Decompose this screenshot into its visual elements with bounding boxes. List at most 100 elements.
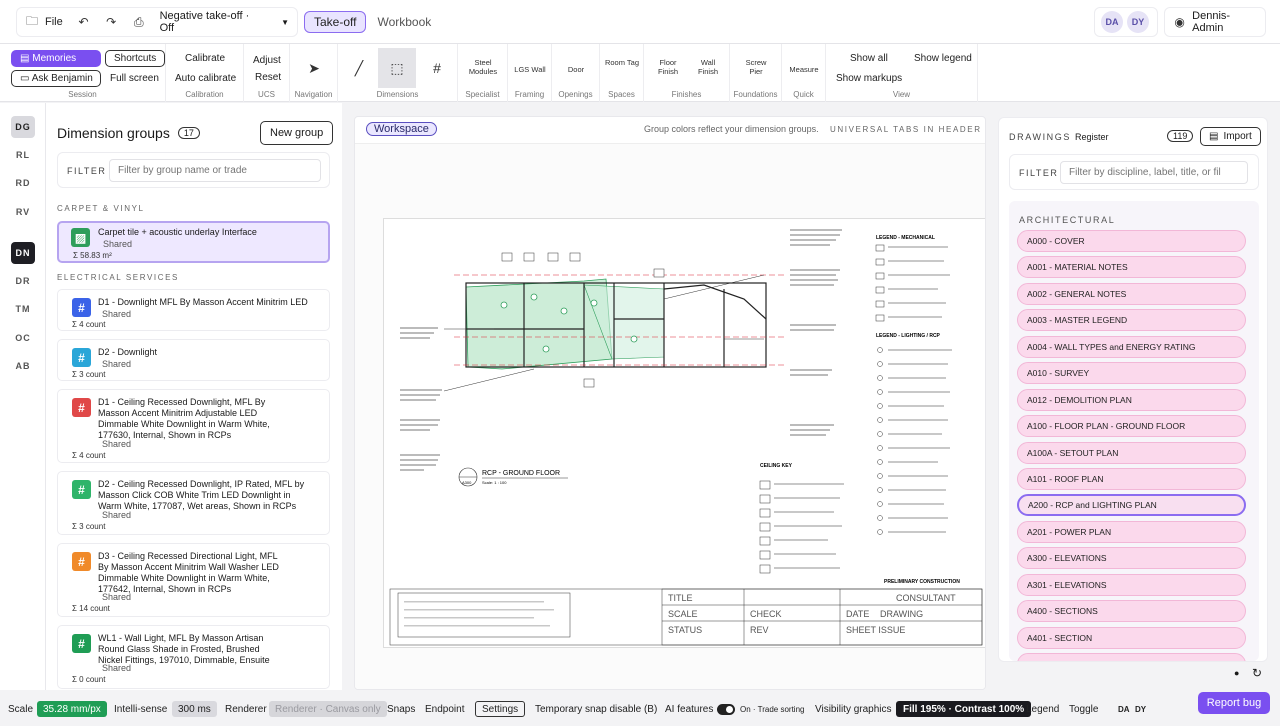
renderer-select[interactable]: Renderer · Canvas only xyxy=(269,701,387,717)
file-button[interactable]: 🗀 File xyxy=(25,12,63,33)
title-ref: A300 xyxy=(462,480,472,485)
register-tab[interactable]: Register xyxy=(1075,132,1109,142)
group-card[interactable]: ▨ Carpet tile + acoustic underlay Interf… xyxy=(57,221,330,263)
scale-value[interactable]: 35.28 mm/px xyxy=(37,701,107,717)
drawing-item[interactable]: A012 - DEMOLITION PLAN xyxy=(1017,389,1246,411)
drawing-item[interactable]: A300 - ELEVATIONS xyxy=(1017,547,1246,569)
refresh-icon[interactable]: ↻ xyxy=(1252,666,1262,680)
group-card[interactable]: # D1 - Downlight MFL By Masson Accent Mi… xyxy=(57,289,330,331)
group-card[interactable]: # D3 - Ceiling Recessed Directional Ligh… xyxy=(57,543,330,617)
pointer-icon[interactable]: ➤ xyxy=(295,48,333,88)
user-menu[interactable]: ◉ Dennis-Admin xyxy=(1164,7,1266,37)
negative-takeoff-select[interactable]: Negative take-off · Off ▼ xyxy=(160,10,289,34)
drawing-item[interactable]: A010 - SURVEY xyxy=(1017,362,1246,384)
show-legend-button[interactable]: Show legend xyxy=(914,53,972,64)
ask-benjamin-button[interactable]: ▭ Ask Benjamin xyxy=(11,70,101,87)
title-block-notes xyxy=(404,601,554,627)
drawing-item[interactable]: A201 - POWER PLAN xyxy=(1017,521,1246,543)
group-card[interactable]: # WL1 - Wall Light, MFL By Masson Artisa… xyxy=(57,625,330,689)
dot-icon[interactable]: ● xyxy=(1234,668,1239,678)
tab-workbook[interactable]: Workbook xyxy=(368,12,440,32)
rail-item-dg[interactable]: DG xyxy=(11,116,35,138)
drawing-item[interactable]: A003 - MASTER LEGEND xyxy=(1017,309,1246,331)
drawing-filter-input[interactable] xyxy=(1060,161,1248,184)
show-all-button[interactable]: Show all xyxy=(850,53,888,64)
rail-item-oc[interactable]: OC xyxy=(11,327,35,349)
endpoint-button[interactable]: Endpoint xyxy=(425,701,464,717)
temp-snap-disable[interactable]: Temporary snap disable (B) xyxy=(535,701,657,717)
door-tool[interactable]: Door xyxy=(556,65,596,74)
rail-item-rd[interactable]: RD xyxy=(11,172,35,194)
rail-item-dr[interactable]: DR xyxy=(11,270,35,292)
undo-icon[interactable]: ↶ xyxy=(77,15,91,29)
floor-finish-tool[interactable]: Floor Finish xyxy=(652,58,684,76)
steel-modules-tool[interactable]: Steel Modules xyxy=(462,58,504,76)
ai-toggle[interactable] xyxy=(717,701,735,717)
drawing-item[interactable]: A100 - FLOOR PLAN - GROUND FLOOR xyxy=(1017,415,1246,437)
toggle-button[interactable]: Toggle xyxy=(1069,701,1098,717)
legend-button[interactable]: Legend xyxy=(1026,701,1059,717)
avatar[interactable]: DA xyxy=(1101,11,1123,33)
drawing-item[interactable]: A301 - ELEVATIONS xyxy=(1017,574,1246,596)
drawing-canvas[interactable]: LEGEND - MECHANICAL LEGEND - LIGHTING / … xyxy=(355,143,985,689)
rail-item-ab[interactable]: AB xyxy=(11,355,35,377)
group-card[interactable]: # D1 - Ceiling Recessed Downlight, MFL B… xyxy=(57,389,330,463)
reset-button[interactable]: Reset xyxy=(255,72,281,83)
settings-button[interactable]: Settings xyxy=(475,701,526,717)
adjust-button[interactable]: Adjust xyxy=(253,55,281,66)
rail-item-tm[interactable]: TM xyxy=(11,298,35,320)
drawing-item[interactable]: A000 - COVER xyxy=(1017,230,1246,252)
show-markups-button[interactable]: Show markups xyxy=(836,73,902,84)
drawing-item-partial[interactable] xyxy=(1017,653,1246,661)
rail-item-rl[interactable]: RL xyxy=(11,144,35,166)
screw-pier-tool[interactable]: Screw Pier xyxy=(740,58,772,76)
workspace-tag[interactable]: Workspace xyxy=(366,122,437,136)
group-filter-input[interactable] xyxy=(109,159,321,182)
count-tool-icon[interactable]: # xyxy=(418,48,456,88)
drawing-item[interactable]: A401 - SECTION xyxy=(1017,627,1246,649)
ribbon-ucs: Adjust Reset UCS xyxy=(244,44,290,102)
intellisense-ms[interactable]: 300 ms xyxy=(172,701,217,717)
wall-finish-tool[interactable]: Wall Finish xyxy=(692,58,724,76)
group-shared: Shared xyxy=(102,309,132,319)
group-card[interactable]: # D2 - Downlight Shared Σ 3 count xyxy=(57,339,330,381)
visibility-graphics[interactable]: Visibility graphics xyxy=(815,701,892,717)
rail-item-dn[interactable]: DN xyxy=(11,242,35,264)
drawing-item[interactable]: A004 - WALL TYPES and ENERGY RATING xyxy=(1017,336,1246,358)
snaps-label: Snaps xyxy=(387,703,416,715)
redo-icon[interactable]: ↷ xyxy=(104,15,118,29)
print-icon[interactable]: ⎙ xyxy=(132,15,146,30)
report-bug-button[interactable]: Report bug xyxy=(1198,692,1270,714)
rail-item-rv[interactable]: RV xyxy=(11,201,35,223)
title-block-text: TITLE CONSULTANT SCALE CHECK DATE DRAWIN… xyxy=(668,593,956,635)
new-group-button[interactable]: New group xyxy=(260,121,334,145)
memories-button[interactable]: ▤ Memories xyxy=(11,50,101,67)
toggle-switch[interactable] xyxy=(717,703,735,715)
tab-take-off[interactable]: Take-off xyxy=(304,11,367,33)
auto-calibrate-button[interactable]: Auto calibrate xyxy=(175,73,236,84)
lgs-wall-tool[interactable]: LGS Wall xyxy=(510,65,550,74)
drawing-item[interactable]: A002 - GENERAL NOTES xyxy=(1017,283,1246,305)
drawing-item[interactable]: A100A - SETOUT PLAN xyxy=(1017,442,1246,464)
intellisense-label[interactable]: Intelli-sense xyxy=(114,701,167,717)
status-avatar[interactable]: DY xyxy=(1135,701,1146,717)
drawing-item[interactable]: A101 - ROOF PLAN xyxy=(1017,468,1246,490)
ribbon-quick: Measure Quick xyxy=(782,44,826,102)
count-icon: # xyxy=(72,552,91,571)
full-screen-button[interactable]: Full screen xyxy=(110,73,159,84)
drawing-item[interactable]: A001 - MATERIAL NOTES xyxy=(1017,256,1246,278)
status-avatar[interactable]: DA xyxy=(1118,701,1130,717)
avatar[interactable]: DY xyxy=(1127,11,1149,33)
shortcuts-button[interactable]: Shortcuts xyxy=(105,50,166,67)
area-tool-icon[interactable]: ⬚ xyxy=(378,48,416,88)
drawing-item-selected[interactable]: A200 - RCP and LIGHTING PLAN xyxy=(1017,494,1246,516)
drawing-item[interactable]: A400 - SECTIONS xyxy=(1017,600,1246,622)
calibrate-button[interactable]: Calibrate xyxy=(185,53,225,64)
import-button[interactable]: ▤ Import xyxy=(1200,127,1261,146)
measure-tool[interactable]: Measure xyxy=(784,65,824,74)
tb-status: STATUS xyxy=(668,625,702,635)
group-card[interactable]: # D2 - Ceiling Recessed Downlight, IP Ra… xyxy=(57,471,330,535)
room-tag-tool[interactable]: Room Tag xyxy=(604,58,640,67)
fill-contrast[interactable]: Fill 195% · Contrast 100% xyxy=(896,701,1032,717)
line-tool-icon[interactable]: ╱ xyxy=(340,48,378,88)
